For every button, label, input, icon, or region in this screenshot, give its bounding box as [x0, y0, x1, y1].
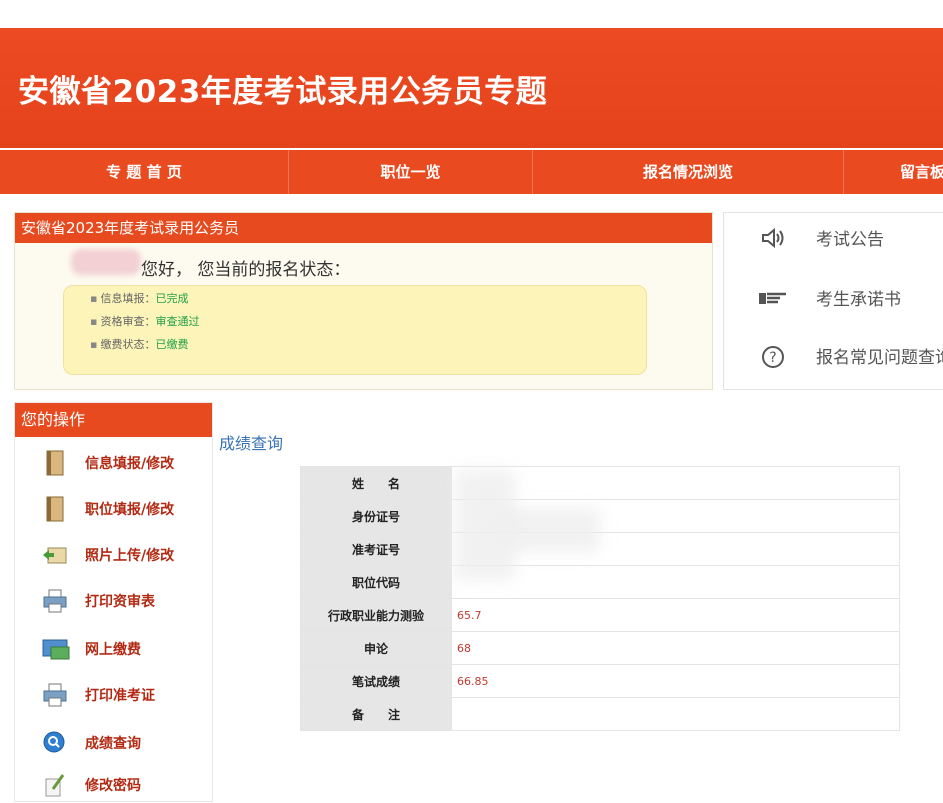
- score-value-essay: 68: [451, 631, 900, 665]
- table-row: 备 注: [300, 697, 900, 731]
- table-row: 身份证号: [300, 499, 900, 533]
- pencil-paper-icon: [41, 771, 69, 799]
- score-value-position-code: [451, 565, 900, 599]
- score-label-position-code: 职位代码: [300, 565, 452, 599]
- status-value: 已完成: [155, 292, 189, 305]
- speaker-icon: [758, 227, 788, 253]
- op-info-edit[interactable]: 信息填报/修改: [41, 447, 201, 479]
- photo-upload-icon: [41, 541, 69, 569]
- score-label-essay: 申论: [300, 631, 452, 665]
- status-box: ▪ 信息填报：已完成 ▪ 资格审查：审查通过 ▪ 缴费状态：已缴费: [63, 285, 647, 375]
- operations-panel: 您的操作 信息填报/修改 职位填报/修改 照片上传/修改 打印资审表 网上缴费: [14, 402, 213, 802]
- svg-text:?: ?: [769, 350, 776, 366]
- op-position-edit[interactable]: 职位填报/修改: [41, 493, 201, 525]
- table-row: 姓 名: [300, 466, 900, 500]
- hand-pointer-icon: [758, 287, 788, 313]
- main-nav: 专 题 首 页 职位一览 报名情况浏览 留言板: [0, 150, 943, 194]
- registration-status-panel: 安徽省2023年度考试录用公务员 您好， 您当前的报名状态： ▪ 信息填报：已完成…: [14, 212, 713, 390]
- score-label-written-total: 笔试成绩: [300, 664, 452, 698]
- status-panel-header: 安徽省2023年度考试录用公务员: [15, 213, 712, 243]
- quick-links-panel: 考试公告 考生承诺书 ? 报名常见问题查询: [723, 212, 943, 390]
- book-icon: [41, 495, 69, 523]
- status-value: 已缴费: [155, 338, 189, 351]
- table-row: 笔试成绩 66.85: [300, 664, 900, 698]
- nav-item-message-board[interactable]: 留言板: [844, 150, 943, 194]
- table-row: 准考证号: [300, 532, 900, 566]
- score-label-ticket-number: 准考证号: [300, 532, 452, 566]
- score-label-remarks: 备 注: [300, 697, 452, 731]
- greeting-text: 您好， 您当前的报名状态：: [141, 260, 351, 280]
- score-value-name: [451, 466, 900, 500]
- op-photo-upload[interactable]: 照片上传/修改: [41, 539, 201, 571]
- question-circle-icon: ?: [758, 345, 788, 371]
- score-query-title: 成绩查询: [219, 434, 284, 453]
- printer-icon: [41, 681, 69, 709]
- score-label-id-number: 身份证号: [300, 499, 452, 533]
- banner: 安徽省2023年度考试录用公务员专题: [0, 28, 943, 148]
- book-icon: [41, 449, 69, 477]
- printer-icon: [41, 587, 69, 615]
- score-value-written-total: 66.85: [451, 664, 900, 698]
- score-value-remarks: [451, 697, 900, 731]
- op-change-password[interactable]: 修改密码: [41, 769, 201, 801]
- score-label-aptitude-test: 行政职业能力测验: [300, 598, 452, 632]
- top-spacer: [0, 0, 943, 28]
- score-value-aptitude-test: 65.7: [451, 598, 900, 632]
- status-row-review: ▪ 资格审查：审查通过: [90, 315, 200, 328]
- op-print-review-form[interactable]: 打印资审表: [41, 585, 201, 617]
- table-row: 申论 68: [300, 631, 900, 665]
- operations-header: 您的操作: [15, 403, 212, 437]
- table-row: 行政职业能力测验 65.7: [300, 598, 900, 632]
- op-print-admission-ticket[interactable]: 打印准考证: [41, 679, 201, 711]
- payment-card-icon: [41, 635, 70, 663]
- status-value: 审查通过: [155, 315, 200, 328]
- magnifier-icon: [41, 729, 69, 757]
- score-table: 姓 名 身份证号 准考证号 职位代码 行政职业能力测验 65.7 申论 68 笔…: [300, 466, 900, 731]
- nav-item-registration-stats[interactable]: 报名情况浏览: [533, 150, 844, 194]
- table-row: 职位代码: [300, 565, 900, 599]
- op-online-payment[interactable]: 网上缴费: [41, 633, 201, 665]
- status-row-payment: ▪ 缴费状态：已缴费: [90, 338, 189, 351]
- nav-item-home[interactable]: 专 题 首 页: [0, 150, 289, 194]
- redaction-blur: [500, 508, 600, 552]
- nav-item-positions[interactable]: 职位一览: [289, 150, 533, 194]
- status-row-info: ▪ 信息填报：已完成: [90, 292, 189, 305]
- op-score-query[interactable]: 成绩查询: [41, 727, 201, 759]
- banner-title: 安徽省2023年度考试录用公务员专题: [18, 74, 548, 110]
- score-label-name: 姓 名: [300, 466, 452, 500]
- redacted-name: [71, 249, 141, 275]
